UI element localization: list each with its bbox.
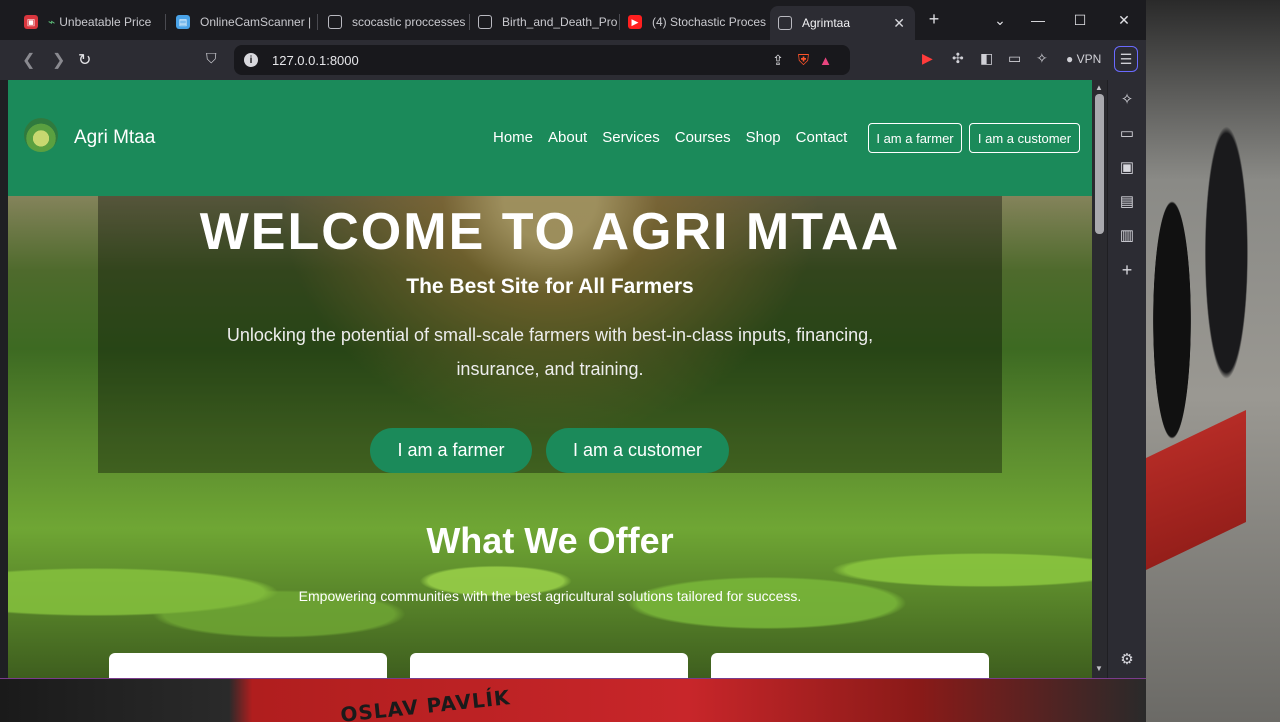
address-bar[interactable]: i 127.0.0.1:8000 ⇪ ⛨ ▲ (234, 45, 850, 75)
page-scrollbar[interactable]: ▲ ▼ (1092, 80, 1107, 678)
youtube-icon: ▶ (628, 15, 642, 29)
nav-courses[interactable]: Courses (675, 129, 731, 146)
url-text: 127.0.0.1:8000 (272, 52, 359, 68)
chevron-down-icon[interactable]: ⌄ (990, 12, 1010, 29)
close-tab-icon[interactable]: ✕ (893, 15, 905, 32)
wallet-icon[interactable]: ▭ (1008, 50, 1021, 67)
forward-icon[interactable]: ❯ (52, 50, 65, 70)
hero-customer-button[interactable]: I am a customer (546, 428, 729, 473)
hero-background-leaves (8, 460, 1092, 678)
scrollbar-thumb[interactable] (1095, 94, 1104, 234)
nav-contact[interactable]: Contact (796, 129, 848, 146)
nav-home[interactable]: Home (493, 129, 533, 146)
nav-customer-button[interactable]: I am a customer (969, 123, 1080, 153)
minimize-icon[interactable]: — (1028, 12, 1048, 28)
globe-icon (778, 16, 792, 30)
globe-icon (478, 15, 492, 29)
tab-title: Birth_and_Death_Pro (502, 15, 618, 29)
browser-toolbar: ❮ ❯ ↻ ⛉ i 127.0.0.1:8000 ⇪ ⛨ ▲ ▶ ✣ ◧ ▭ ✧… (0, 40, 1146, 80)
tab-separator (165, 14, 166, 30)
add-sidebar-item-icon[interactable]: + (1119, 260, 1135, 281)
hero-description: Unlocking the potential of small-scale f… (226, 325, 874, 379)
share-icon[interactable]: ⇪ (772, 52, 784, 69)
shopping-bag-icon: ▣ (24, 15, 38, 29)
tab-unbeatable-price[interactable]: ▣ ⌁ Unbeatable Price (16, 8, 166, 36)
tab-agrimtaa[interactable]: Agrimtaa ✕ (770, 6, 915, 40)
page-viewport: Agri Mtaa Home About Services Courses Sh… (8, 80, 1092, 678)
tab-scocastic-proccesses[interactable]: scocastic proccesses (320, 8, 470, 36)
browser-sidebar: ✧ ▭ ▣ ▤ ▥ + ⚙ (1108, 80, 1146, 678)
menu-icon[interactable]: ☰ (1114, 46, 1138, 72)
hero-title: WELCOME TO AGRI MTAA (199, 203, 901, 261)
wallpaper-car-wheel (1148, 170, 1196, 470)
browser-window: ▣ ⌁ Unbeatable Price ▤ OnlineCamScanner … (0, 0, 1146, 679)
sidebar-toggle-icon[interactable]: ◧ (980, 50, 993, 67)
back-icon[interactable]: ❮ (22, 50, 35, 70)
talk-icon[interactable]: ▭ (1119, 124, 1135, 142)
tab-onlinecamscanner[interactable]: ▤ OnlineCamScanner | (168, 8, 318, 36)
offer-description: Empowering communities with the best agr… (298, 588, 802, 604)
offer-card[interactable] (410, 653, 688, 678)
close-window-icon[interactable]: ✕ (1114, 12, 1134, 29)
bookmarks-sidebar-icon[interactable]: ▤ (1119, 192, 1135, 210)
site-brand[interactable]: Agri Mtaa (74, 127, 155, 149)
extensions-icon[interactable]: ✣ (952, 50, 964, 67)
scroll-up-icon[interactable]: ▲ (1095, 83, 1103, 92)
tab-stochastic-youtube[interactable]: ▶ (4) Stochastic Proces (620, 8, 770, 36)
nav-about[interactable]: About (548, 129, 587, 146)
offer-card[interactable] (711, 653, 989, 678)
brave-rewards-icon[interactable]: ▲ (819, 53, 832, 68)
vpn-button[interactable]: ● VPN (1066, 52, 1101, 66)
youtube-extension-icon[interactable]: ▶ (922, 50, 933, 67)
new-tab-icon[interactable]: + (924, 9, 944, 30)
offer-card[interactable] (109, 653, 387, 678)
site-info-icon[interactable]: i (244, 53, 258, 67)
site-menu: Home About Services Courses Shop Contact (493, 129, 847, 146)
tab-title: (4) Stochastic Proces (652, 15, 767, 29)
hero-subtitle: The Best Site for All Farmers (406, 275, 694, 298)
tab-birth-and-death[interactable]: Birth_and_Death_Pro (470, 8, 620, 36)
reload-icon[interactable]: ↻ (78, 50, 91, 70)
tab-title: Unbeatable Price (59, 15, 152, 29)
tab-strip: ▣ ⌁ Unbeatable Price ▤ OnlineCamScanner … (0, 0, 1146, 44)
leo-ai-sidebar-icon[interactable]: ✧ (1119, 90, 1135, 108)
hero-farmer-button[interactable]: I am a farmer (370, 428, 532, 473)
offer-title: What We Offer (426, 520, 674, 561)
bookmark-icon[interactable]: ⛉ (206, 50, 217, 67)
scroll-down-icon[interactable]: ▼ (1095, 664, 1103, 673)
reading-list-icon[interactable]: ▥ (1119, 226, 1135, 244)
audio-icon: ⌁ (48, 15, 56, 29)
nav-shop[interactable]: Shop (746, 129, 781, 146)
tab-title: Agrimtaa (802, 16, 851, 30)
leo-ai-icon[interactable]: ✧ (1036, 50, 1048, 67)
sidebar-settings-icon[interactable]: ⚙ (1119, 650, 1135, 668)
agri-mtaa-logo[interactable] (24, 118, 58, 152)
tab-separator (317, 14, 318, 30)
maximize-icon[interactable]: ☐ (1070, 12, 1090, 29)
tab-title: OnlineCamScanner | (200, 15, 312, 29)
scanner-icon: ▤ (176, 15, 190, 29)
nav-services[interactable]: Services (602, 129, 660, 146)
brave-shield-icon[interactable]: ⛨ (798, 52, 809, 69)
wallet-sidebar-icon[interactable]: ▣ (1119, 158, 1135, 176)
wallpaper-bottom (0, 678, 1146, 722)
site-navbar: Agri Mtaa Home About Services Courses Sh… (8, 80, 1092, 196)
vpn-label: VPN (1076, 52, 1102, 66)
tab-title: scocastic proccesses (352, 15, 466, 29)
globe-icon (328, 15, 342, 29)
nav-farmer-button[interactable]: I am a farmer (868, 123, 962, 153)
